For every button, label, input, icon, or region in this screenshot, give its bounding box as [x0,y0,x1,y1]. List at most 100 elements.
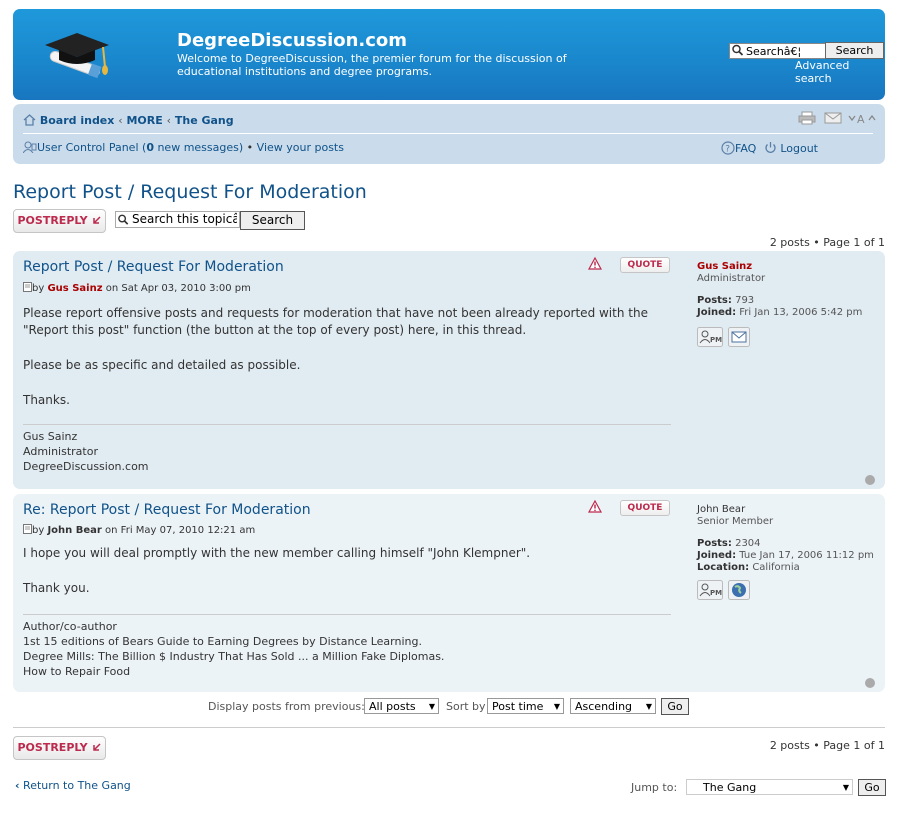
private-message-icon[interactable]: PM [697,580,723,600]
private-message-icon[interactable]: PM [697,327,723,347]
signature-line: 1st 15 editions of Bears Guide to Earnin… [23,635,422,648]
breadcrumb-more[interactable]: MORE [126,114,162,127]
topic-search-input[interactable] [115,211,240,228]
print-icon[interactable] [798,111,816,125]
logout-link[interactable]: Logout [780,142,818,155]
post-title[interactable]: Re: Report Post / Request For Moderation [23,502,311,518]
quote-button[interactable]: QUOTE [620,257,670,273]
search-icon [732,44,744,56]
post-paragraph: Please be as specific and detailed as po… [23,358,301,372]
quote-button[interactable]: QUOTE [620,500,670,516]
signature-line: DegreeDiscussion.com [23,460,149,473]
profile-rank: Senior Member [697,516,774,527]
report-post-icon[interactable] [588,257,602,270]
user-control-panel-icon [22,141,37,154]
post-title[interactable]: Report Post / Request For Moderation [23,259,284,275]
graduation-cap-logo[interactable] [37,23,117,83]
signature-line: Administrator [23,445,98,458]
profile-posts: Posts: 2304 [697,538,761,549]
breadcrumb-separator: ‹ [166,114,172,127]
post-author[interactable]: Gus Sainz [47,283,102,294]
signature-line: Gus Sainz [23,430,78,443]
back-to-top-icon[interactable] [865,475,875,485]
sort-order-select[interactable]: Ascending ▼ [570,698,656,714]
email-icon[interactable] [728,327,751,347]
svg-text:PM: PM [710,336,722,344]
user-control-panel-link[interactable]: User Control Panel [37,141,139,154]
breadcrumb-board-index[interactable]: Board index [40,114,115,127]
topic-search-button[interactable]: Search [240,211,305,230]
post-paragraph: Please report offensive posts and reques… [23,306,648,337]
font-size-icon[interactable]: A [847,111,879,126]
divider [13,727,885,728]
signature-line: How to Repair Food [23,665,131,678]
post-paragraph: Thank you. [23,581,90,595]
profile-location: Location: California [697,562,800,573]
page-tools: A [798,111,879,128]
display-posts-label: Display posts from previous: [208,700,365,713]
profile-rank: Administrator [697,273,766,284]
home-icon [23,114,36,126]
post-paragraph: Thanks. [23,393,70,407]
dropdown-arrow-icon: ▼ [553,702,560,711]
post-author[interactable]: John Bear [47,525,101,536]
view-your-posts-link[interactable]: View your posts [257,141,344,154]
email-icon[interactable] [824,111,842,125]
post-icon[interactable] [23,524,32,534]
power-icon [765,142,776,153]
post-reply-button[interactable]: POSTREPLY [13,736,106,760]
svg-text:?: ? [725,145,730,155]
profile-posts: Posts: 793 [697,295,755,306]
post-icon[interactable] [23,282,32,292]
back-to-top-icon[interactable] [865,678,875,688]
reply-arrow-icon [92,743,101,751]
profile-username[interactable]: John Bear [697,504,874,516]
post-signature: Gus Sainz Administrator DegreeDiscussion… [23,424,671,474]
report-post-icon[interactable] [588,500,602,513]
site-header: DegreeDiscussion.com Welcome to DegreeDi… [13,9,885,100]
breadcrumb-the-gang[interactable]: The Gang [175,114,234,127]
post-reply-button[interactable]: POSTREPLY [13,209,106,233]
navbar: Board index ‹ MORE ‹ The Gang A User Con… [13,104,885,164]
profile-joined: Joined: Tue Jan 17, 2006 11:12 pm [697,550,874,561]
jump-go-button[interactable]: Go [858,779,886,796]
post: Report Post / Request For Moderation by … [13,251,885,489]
post-profile: Gus Sainz Administrator Posts: 793 Joine… [697,261,862,351]
return-link-row: ‹ Return to The Gang [15,779,131,792]
new-messages[interactable]: (0 new messages) [142,141,243,154]
sort-go-button[interactable]: Go [661,698,689,715]
post-author-line: by Gus Sainz on Sat Apr 03, 2010 3:00 pm [23,282,251,294]
faq-link[interactable]: FAQ [735,142,756,155]
breadcrumb: Board index ‹ MORE ‹ The Gang [23,114,234,127]
post-date: on Fri May 07, 2010 12:21 am [105,525,256,536]
display-posts-select[interactable]: All posts ▼ [364,698,439,714]
back-arrow-icon: ‹ [15,779,20,792]
search-icon [118,214,129,225]
user-links: User Control Panel (0 new messages) • Vi… [22,141,344,154]
signature-line: Degree Mills: The Billion $ Industry Tha… [23,650,445,663]
faq-logout-links: ? FAQ Logout [721,141,818,155]
faq-icon: ? [721,141,735,155]
dropdown-arrow-icon: ▼ [645,702,652,711]
search-input[interactable] [729,43,837,59]
profile-username[interactable]: Gus Sainz [697,261,862,273]
return-to-forum-link[interactable]: Return to The Gang [23,779,131,792]
reply-arrow-icon [92,216,101,224]
post-date: on Sat Apr 03, 2010 3:00 pm [105,283,251,294]
sort-by-select[interactable]: Post time ▼ [487,698,564,714]
post-content: I hope you will deal promptly with the n… [23,545,673,597]
page-title[interactable]: Report Post / Request For Moderation [13,181,367,203]
pagination-bottom: 2 posts • Page 1 of 1 [769,739,885,752]
navbar-divider [23,133,873,134]
advanced-search-link[interactable]: Advanced search [795,59,885,85]
svg-text:PM: PM [710,589,722,597]
jump-to-select[interactable]: The Gang ▼ [686,779,853,795]
pagination-top: 2 posts • Page 1 of 1 [769,236,885,249]
signature-line: Author/co-author [23,620,117,633]
site-title[interactable]: DegreeDiscussion.com [177,30,407,51]
breadcrumb-separator: ‹ [118,114,123,127]
search-button[interactable]: Search [825,42,884,59]
website-globe-icon[interactable] [728,580,751,600]
post-author-line: by John Bear on Fri May 07, 2010 12:21 a… [23,524,255,536]
post-profile: John Bear Senior Member Posts: 2304 Join… [697,504,874,604]
